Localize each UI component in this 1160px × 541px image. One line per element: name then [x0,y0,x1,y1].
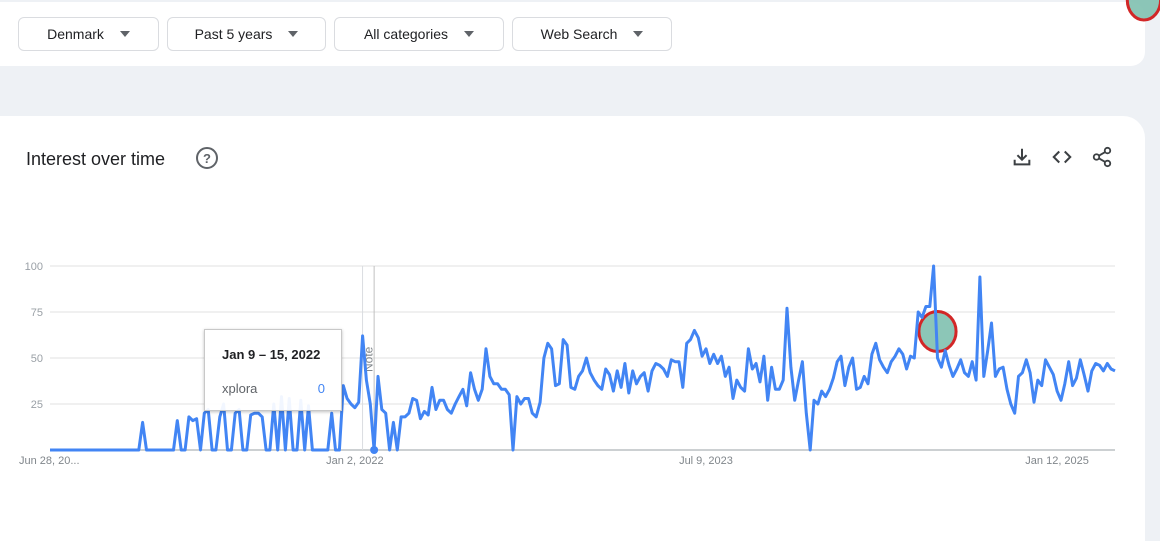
tooltip-date: Jan 9 – 15, 2022 [222,347,321,362]
highlight-ellipse [1125,0,1160,22]
x-tick-label: Jan 2, 2022 [326,455,384,467]
y-tick-label: 25 [31,399,43,411]
x-tick-label: Jul 9, 2023 [679,455,733,467]
x-tick-label: Jan 12, 2025 [1025,455,1089,467]
y-tick-label: 50 [31,353,43,365]
interest-chart[interactable]: 100 75 50 25 Jun 28, 20... Jan 2, 2022 Jul 9, … [0,0,1160,541]
tooltip-term: xplora [222,381,258,396]
y-tick-label: 100 [25,261,43,273]
x-tick-label: Jun 28, 20... [19,455,80,467]
hover-point [370,446,379,454]
hover-tooltip: Jan 9 – 15, 2022 xplora 0 [204,329,342,411]
y-tick-label: 75 [31,307,43,319]
tooltip-value: 0 [317,381,325,396]
